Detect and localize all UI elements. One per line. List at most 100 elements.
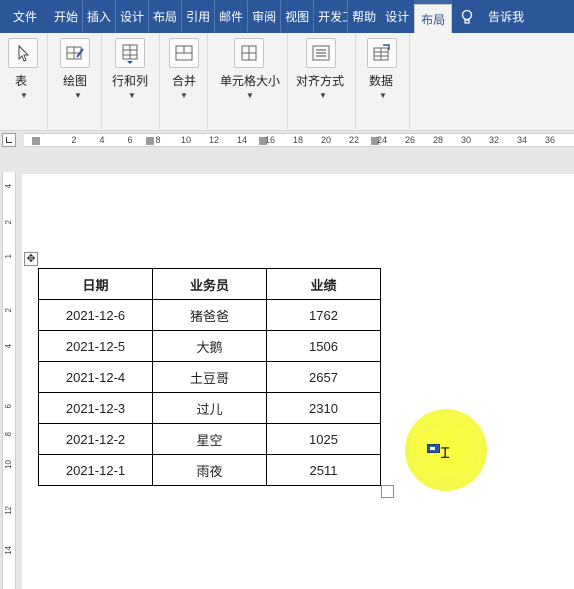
tab-references[interactable]: 引用	[181, 0, 214, 33]
cell-date[interactable]: 2021-12-2	[38, 423, 153, 455]
chevron-down-icon: ▼	[246, 91, 254, 100]
cell-performance[interactable]: 2657	[266, 361, 381, 393]
cell-size-label: 单元格大小	[220, 74, 281, 88]
ruler-column-marker[interactable]	[146, 137, 154, 145]
ruler-number: 16	[264, 135, 276, 145]
ruler-number: 18	[292, 135, 304, 145]
tab-help[interactable]: 帮助	[347, 0, 380, 33]
cell-salesperson[interactable]: 猪爸爸	[152, 299, 267, 331]
data-icon	[367, 38, 397, 68]
chevron-down-icon: ▼	[74, 91, 82, 100]
tab-mailings[interactable]: 邮件	[214, 0, 247, 33]
ruler-number: 36	[544, 135, 556, 145]
ruler-number: 20	[320, 135, 332, 145]
tab-developer[interactable]: 开发工	[313, 0, 347, 33]
tab-table-layout[interactable]: 布局	[414, 4, 453, 33]
sales-table[interactable]: 日期 业务员 业绩 2021-12-6 猪爸爸 1762 2021-12-5 大…	[38, 268, 381, 486]
cell-performance[interactable]: 2511	[266, 454, 381, 486]
cursor-tooltip-icon	[427, 444, 440, 453]
table-tools-context: 设计 布局	[380, 0, 453, 33]
text-caret	[380, 458, 381, 477]
ruler-column-marker[interactable]	[32, 137, 40, 145]
cell-salesperson[interactable]: 过儿	[152, 392, 267, 424]
ruler-number: 10	[4, 460, 13, 469]
ibeam-cursor-icon: Ɪ	[441, 444, 450, 462]
ruler-number: 6	[4, 404, 13, 409]
tab-design[interactable]: 设计	[115, 0, 148, 33]
horizontal-ruler[interactable]: 2 4 6 8 10 12 14 16 18 20 22 24 26 28 30…	[24, 133, 574, 147]
table-row: 2021-12-6 猪爸爸 1762	[38, 299, 381, 331]
ruler-number: 28	[432, 135, 444, 145]
tab-layout[interactable]: 布局	[148, 0, 181, 33]
page-gutter	[0, 150, 574, 174]
table-row: 2021-12-4 土豆哥 2657	[38, 361, 381, 393]
ruler-number: 6	[127, 135, 133, 145]
ruler-number: 24	[376, 135, 388, 145]
ribbon-group-data[interactable]: 数据 ▼	[356, 33, 410, 129]
cell-salesperson[interactable]: 雨夜	[152, 454, 267, 486]
chevron-down-icon: ▼	[319, 91, 327, 100]
tab-home[interactable]: 开始	[50, 0, 82, 33]
ruler-number: 2	[71, 135, 77, 145]
ribbon-group-cell-size[interactable]: 单元格大小 ▼	[208, 33, 288, 129]
header-performance[interactable]: 业绩	[266, 268, 381, 300]
ruler-number: 8	[155, 135, 161, 145]
data-label: 数据	[369, 74, 394, 88]
cell-date[interactable]: 2021-12-5	[38, 330, 153, 362]
ribbon: 表 ▼ 绘图 ▼ 行和列 ▼ 合并 ▼ 单元格大小 ▼ 对齐方式 ▼ 数据 ▼	[0, 33, 574, 131]
ruler-number: 8	[4, 432, 13, 437]
table-move-handle-icon[interactable]: ✥	[24, 252, 38, 266]
chevron-down-icon: ▼	[379, 91, 387, 100]
ruler-number: 4	[4, 344, 13, 349]
cell-performance[interactable]: 1506	[266, 330, 381, 362]
ruler-number: 34	[516, 135, 528, 145]
ruler-number: 12	[208, 135, 220, 145]
tab-insert[interactable]: 插入	[82, 0, 115, 33]
ruler-number: 30	[460, 135, 472, 145]
tab-file[interactable]: 文件	[0, 0, 50, 33]
cell-performance[interactable]: 1025	[266, 423, 381, 455]
tab-view[interactable]: 视图	[280, 0, 313, 33]
table-row: 2021-12-3 过儿 2310	[38, 392, 381, 424]
cell-date[interactable]: 2021-12-4	[38, 361, 153, 393]
table-row: 2021-12-2 星空 1025	[38, 423, 381, 455]
chevron-down-icon: ▼	[20, 91, 28, 100]
vertical-ruler[interactable]: 4 2 1 2 4 6 8 10 12 14	[2, 172, 16, 589]
ruler-number: 10	[180, 135, 192, 145]
ruler-number: 4	[4, 184, 13, 189]
cell-salesperson[interactable]: 土豆哥	[152, 361, 267, 393]
ruler-number: 22	[348, 135, 360, 145]
table-label: 表	[15, 74, 28, 88]
tell-me-search[interactable]: 告诉我	[482, 0, 530, 33]
chevron-down-icon: ▼	[180, 91, 188, 100]
tab-review[interactable]: 审阅	[247, 0, 280, 33]
table-row: 2021-12-1 雨夜 2511	[38, 454, 381, 486]
table-row: 2021-12-5 大鹅 1506	[38, 330, 381, 362]
table-resize-handle-icon[interactable]	[381, 485, 394, 498]
cell-salesperson[interactable]: 星空	[152, 423, 267, 455]
ribbon-group-table[interactable]: 表 ▼	[0, 33, 48, 129]
rows-columns-label: 行和列	[112, 74, 149, 88]
header-salesperson[interactable]: 业务员	[152, 268, 267, 300]
cell-salesperson[interactable]: 大鹅	[152, 330, 267, 362]
tab-table-design[interactable]: 设计	[380, 0, 415, 33]
select-icon	[8, 38, 38, 68]
cell-performance[interactable]: 2310	[266, 392, 381, 424]
ribbon-group-rows-cols[interactable]: 行和列 ▼	[102, 33, 160, 129]
ribbon-group-merge[interactable]: 合并 ▼	[160, 33, 208, 129]
cell-date[interactable]: 2021-12-3	[38, 392, 153, 424]
tab-stop-selector[interactable]	[2, 133, 16, 147]
ruler-number: 2	[4, 220, 13, 225]
table-header-row: 日期 业务员 业绩	[38, 268, 381, 300]
ruler-number: 26	[404, 135, 416, 145]
ribbon-group-alignment[interactable]: 对齐方式 ▼	[288, 33, 356, 129]
header-date[interactable]: 日期	[38, 268, 153, 300]
cell-performance[interactable]: 1762	[266, 299, 381, 331]
lightbulb-icon[interactable]	[452, 0, 482, 33]
ruler-number: 14	[236, 135, 248, 145]
ribbon-group-draw[interactable]: 绘图 ▼	[48, 33, 102, 129]
cell-date[interactable]: 2021-12-6	[38, 299, 153, 331]
ruler-number: 1	[4, 254, 13, 259]
merge-label: 合并	[172, 74, 197, 88]
cell-date[interactable]: 2021-12-1	[38, 454, 153, 486]
